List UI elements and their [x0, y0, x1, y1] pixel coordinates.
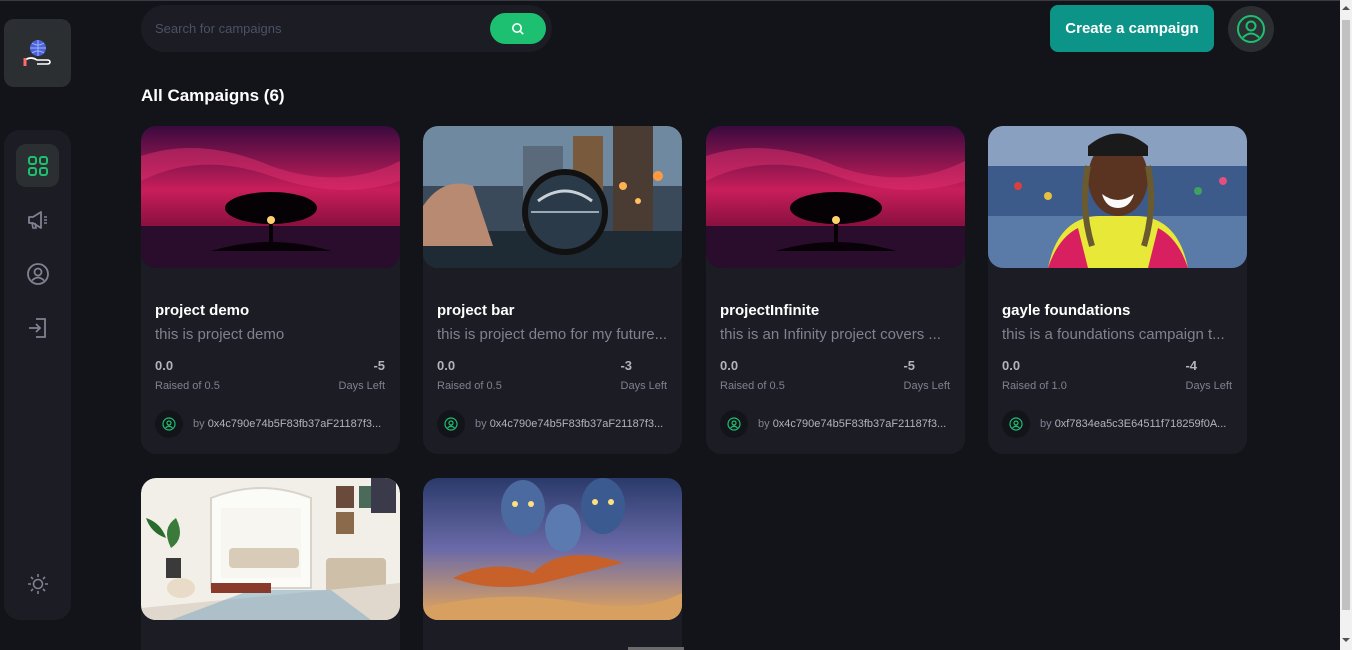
raised-amount: 0.0 [720, 358, 739, 373]
sidebar-item-profile[interactable] [16, 252, 59, 295]
campaign-owner: by 0x4c790e74b5F83fb37aF21187f3... [193, 418, 382, 430]
sun-icon [27, 573, 48, 594]
create-campaign-button[interactable]: Create a campaign [1050, 5, 1214, 52]
logo-icon [23, 40, 51, 66]
campaign-card[interactable] [423, 478, 682, 650]
days-left-label: Days Left [903, 380, 950, 392]
campaign-image [141, 478, 400, 620]
campaign-title: project demo [155, 302, 250, 319]
search-input[interactable] [155, 17, 475, 39]
campaign-image [423, 126, 682, 268]
campaign-card[interactable]: gayle foundations this is a foundations … [988, 126, 1247, 454]
raised-label: Raised of 0.5 [720, 380, 785, 392]
owner-avatar [720, 410, 748, 438]
user-circle-icon [26, 262, 49, 285]
user-icon [444, 417, 458, 431]
campaign-description: this is project demo for my future... [437, 326, 668, 343]
campaign-title: gayle foundations [1002, 302, 1131, 319]
campaign-image [706, 126, 965, 268]
days-left-label: Days Left [1185, 380, 1232, 392]
scroll-down-icon[interactable] [1342, 636, 1350, 644]
vertical-scrollbar[interactable] [1340, 0, 1352, 650]
campaign-description: this is project demo [155, 326, 285, 343]
user-avatar-icon [1237, 15, 1265, 43]
days-left-value: -4 [1185, 358, 1197, 373]
campaign-card[interactable] [141, 478, 400, 650]
sidebar [4, 130, 71, 620]
user-icon [162, 417, 176, 431]
raised-label: Raised of 1.0 [1002, 380, 1067, 392]
logo-button[interactable] [4, 19, 71, 87]
search-button[interactable] [490, 13, 546, 44]
user-icon [1009, 417, 1023, 431]
raised-amount: 0.0 [1002, 358, 1021, 373]
campaign-card[interactable]: project bar this is project demo for my … [423, 126, 682, 454]
search-bar [141, 5, 552, 52]
days-left-value: -3 [620, 358, 632, 373]
days-left-value: -5 [373, 358, 385, 373]
sidebar-item-logout[interactable] [16, 306, 59, 349]
campaign-title: projectInfinite [720, 302, 820, 319]
raised-amount: 0.0 [155, 358, 174, 373]
logout-icon [28, 317, 46, 338]
scroll-thumb[interactable] [1342, 20, 1350, 610]
owner-avatar [437, 410, 465, 438]
campaign-description: this is an Infinity project covers ... [720, 326, 941, 343]
campaign-card[interactable]: project demo this is project demo 0.0 Ra… [141, 126, 400, 454]
campaign-title: project bar [437, 302, 515, 319]
campaign-owner: by 0x4c790e74b5F83fb37aF21187f3... [758, 418, 947, 430]
days-left-label: Days Left [338, 380, 385, 392]
megaphone-icon [27, 210, 47, 229]
campaign-owner: by 0xf7834ea5c3E64511f718259f0A... [1040, 418, 1227, 430]
sidebar-item-campaign[interactable] [16, 198, 59, 241]
profile-button[interactable] [1228, 6, 1274, 52]
campaign-card[interactable]: projectInfinite this is an Infinity proj… [706, 126, 965, 454]
campaign-description: this is a foundations campaign t... [1002, 326, 1225, 343]
days-left-value: -5 [903, 358, 915, 373]
raised-label: Raised of 0.5 [155, 380, 220, 392]
raised-label: Raised of 0.5 [437, 380, 502, 392]
sidebar-item-dashboard[interactable] [16, 144, 59, 187]
page-title: All Campaigns (6) [141, 86, 285, 105]
search-icon [512, 22, 524, 35]
top-border [0, 0, 1340, 1]
days-left-label: Days Left [620, 380, 667, 392]
campaign-image [988, 126, 1247, 268]
campaign-image [141, 126, 400, 268]
user-icon [727, 417, 741, 431]
theme-toggle[interactable] [16, 562, 59, 605]
campaign-image [423, 478, 682, 620]
dashboard-icon [27, 155, 48, 176]
owner-avatar [1002, 410, 1030, 438]
owner-avatar [155, 410, 183, 438]
scroll-up-icon[interactable] [1342, 4, 1350, 12]
campaign-owner: by 0x4c790e74b5F83fb37aF21187f3... [475, 418, 664, 430]
raised-amount: 0.0 [437, 358, 456, 373]
